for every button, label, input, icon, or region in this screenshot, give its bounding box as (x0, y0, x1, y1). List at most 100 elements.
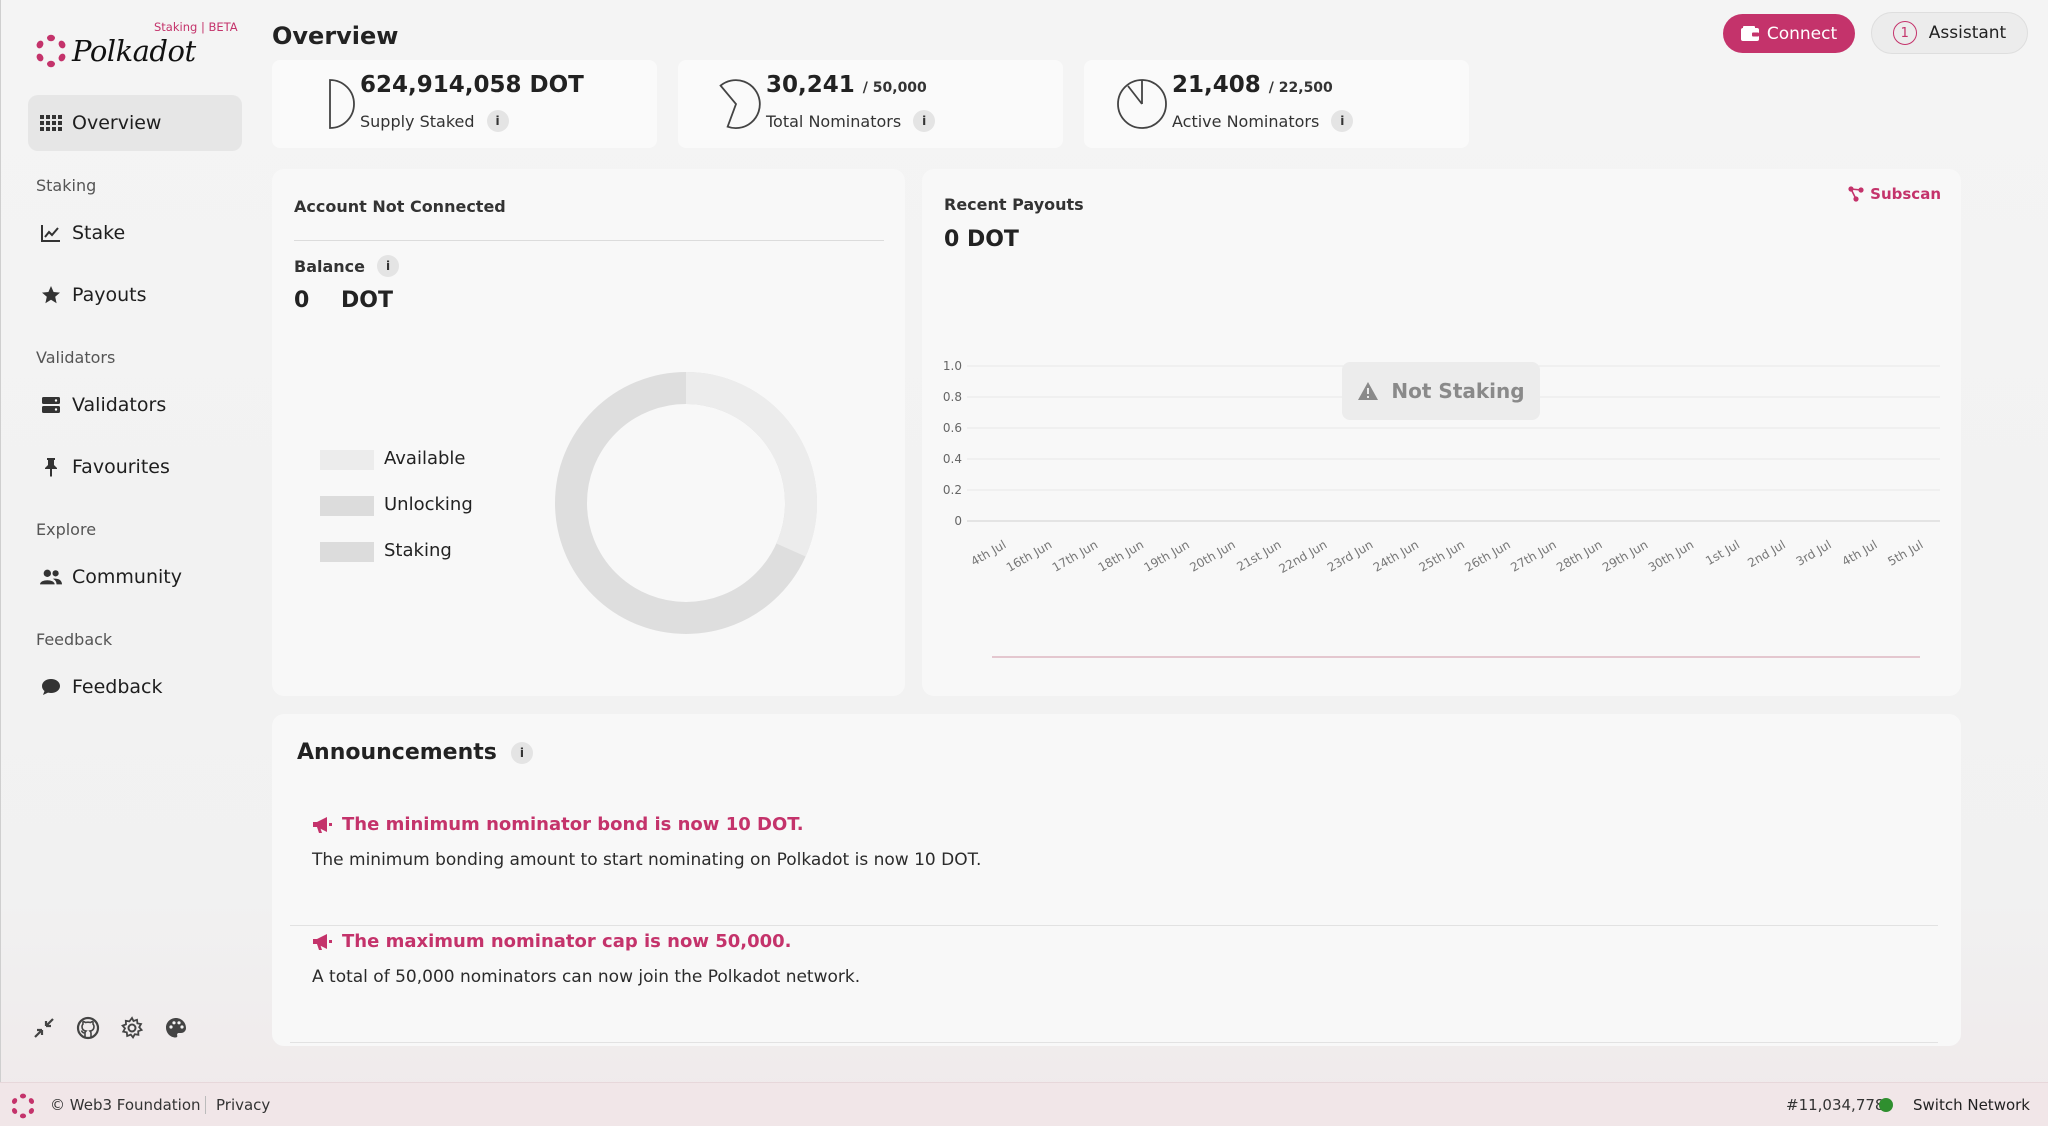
copyright: © Web3 Foundation (50, 1096, 201, 1114)
x-tick-label: 17th Jun (1050, 537, 1100, 574)
section-staking: Staking (36, 176, 97, 195)
comment-icon (40, 676, 62, 698)
x-tick-label: 18th Jun (1096, 537, 1146, 574)
stat-label: Total Nominators i (766, 110, 936, 132)
y-tick-label: 0.8 (943, 390, 962, 404)
switch-network-button[interactable]: Switch Network (1913, 1096, 2030, 1114)
stat-label: Active Nominators i (1172, 110, 1354, 132)
polkadot-logo-icon (36, 34, 66, 68)
wallet-icon (1740, 25, 1759, 41)
y-tick-label: 1.0 (943, 359, 962, 373)
assistant-label: Assistant (1928, 23, 2007, 43)
connect-label: Connect (1766, 23, 1838, 44)
assistant-button[interactable]: 1 Assistant (1871, 12, 2028, 54)
users-icon (40, 566, 62, 588)
assistant-count-badge: 1 (1892, 21, 1917, 45)
balance-unit: DOT (341, 288, 393, 313)
x-tick-label: 19th Jun (1141, 537, 1191, 574)
github-icon[interactable] (76, 1016, 100, 1040)
megaphone-icon (313, 933, 332, 950)
grid-icon (40, 112, 62, 134)
sidebar-item-label: Favourites (72, 456, 170, 478)
balance-label: Balance i (294, 255, 399, 277)
x-tick-label: 20th Jun (1187, 537, 1237, 574)
sidebar: Staking | BETA Polkadot Overview Staking (0, 0, 262, 1082)
share-nodes-icon (1848, 186, 1864, 202)
server-icon (40, 394, 62, 416)
sidebar-item-feedback[interactable]: Feedback (28, 659, 242, 715)
payouts-amount: 0 DOT (944, 227, 1019, 252)
brand-tag: Staking | BETA (154, 20, 238, 34)
announcements-title: Announcements i (297, 740, 533, 765)
info-icon[interactable]: i (486, 110, 509, 132)
announcement-body: A total of 50,000 nominators can now joi… (312, 967, 861, 987)
footer: © Web3 Foundation Privacy #11,034,778 Sw… (0, 1082, 2048, 1126)
sidebar-item-label: Stake (72, 222, 126, 244)
section-validators: Validators (36, 348, 116, 367)
info-icon[interactable]: i (510, 741, 533, 764)
sidebar-item-payouts[interactable]: Payouts (28, 267, 242, 323)
sidebar-item-favourites[interactable]: Favourites (28, 439, 242, 495)
info-icon[interactable]: i (377, 255, 399, 277)
stat-value: 624,914,058 DOT (360, 72, 584, 98)
not-staking-badge: Not Staking (1342, 362, 1540, 420)
collapse-icon[interactable] (32, 1016, 56, 1040)
payouts-title: Recent Payouts (944, 195, 1084, 214)
sidebar-item-label: Validators (72, 394, 167, 416)
megaphone-icon (313, 816, 332, 833)
page-title: Overview (272, 22, 399, 50)
x-tick-label: 30th Jun (1646, 537, 1696, 574)
x-tick-label: 29th Jun (1600, 537, 1650, 574)
x-tick-label: 25th Jun (1417, 537, 1467, 574)
sidebar-item-label: Community (72, 566, 182, 588)
block-number: #11,034,778 (1786, 1096, 1885, 1114)
connect-button[interactable]: Connect (1723, 14, 1855, 53)
x-tick-label: 21st Jun (1234, 537, 1283, 574)
announcement-title[interactable]: The maximum nominator cap is now 50,000. (312, 931, 792, 952)
x-tick-label: 5th Jul (1885, 537, 1925, 568)
announcement-title[interactable]: The minimum nominator bond is now 10 DOT… (312, 814, 804, 835)
section-explore: Explore (36, 520, 97, 539)
announcements-card: Announcements i The minimum nominator bo… (272, 714, 1961, 1046)
x-tick-label: 4th Jul (1840, 537, 1880, 568)
x-tick-label: 24th Jun (1371, 537, 1421, 574)
announcement-item: The maximum nominator cap is now 50,000.… (290, 931, 1938, 1043)
x-tick-label: 26th Jun (1462, 537, 1512, 574)
stat-total-nominators: 30,241 / 50,000 Total Nominators i (678, 60, 1063, 148)
recent-payouts-card: Recent Payouts 0 DOT Subscan 1.0 0.8 0.6 0.… (922, 169, 1961, 696)
y-tick-label: 0.6 (943, 421, 962, 435)
palette-icon[interactable] (164, 1016, 188, 1040)
legend-swatch (320, 542, 374, 562)
x-tick-label: 23rd Jun (1325, 537, 1375, 574)
sidebar-item-validators[interactable]: Validators (28, 377, 242, 433)
brand[interactable]: Staking | BETA Polkadot (34, 20, 254, 76)
stat-value: 21,408 / 22,500 (1172, 72, 1333, 98)
x-tick-label: 22nd Jun (1276, 537, 1329, 576)
section-feedback: Feedback (36, 630, 113, 649)
sidebar-item-stake[interactable]: Stake (28, 205, 242, 261)
sidebar-item-label: Overview (72, 112, 162, 134)
sidebar-item-community[interactable]: Community (28, 549, 242, 605)
sidebar-item-overview[interactable]: Overview (28, 95, 242, 151)
info-icon[interactable]: i (913, 110, 936, 132)
settings-icon[interactable] (120, 1016, 144, 1040)
warning-icon (1358, 382, 1379, 400)
x-tick-label: 4th Jul (968, 537, 1008, 568)
sidebar-tools (32, 1016, 188, 1040)
legend-swatch (320, 450, 374, 470)
x-tick-label: 3rd Jul (1794, 537, 1834, 568)
stat-value: 30,241 / 50,000 (766, 72, 927, 98)
divider (205, 1096, 206, 1114)
x-tick-label: 28th Jun (1554, 537, 1604, 574)
payouts-chart: 1.00.80.60.40.204th Jul16th Jun17th Jun1… (943, 359, 1940, 658)
announcement-item: The minimum nominator bond is now 10 DOT… (290, 814, 1938, 926)
y-tick-label: 0 (954, 514, 962, 528)
info-icon[interactable]: i (1331, 110, 1354, 132)
x-tick-label: 2nd Jul (1745, 537, 1788, 570)
stat-supply-staked: 624,914,058 DOT Supply Staked i (272, 60, 657, 148)
privacy-link[interactable]: Privacy (216, 1096, 270, 1114)
supply-staked-pie-icon (329, 79, 355, 129)
subscan-link[interactable]: Subscan (1848, 185, 1941, 203)
brand-wordmark: Polkadot (72, 34, 196, 68)
total-nominators-pie-icon (719, 79, 761, 130)
